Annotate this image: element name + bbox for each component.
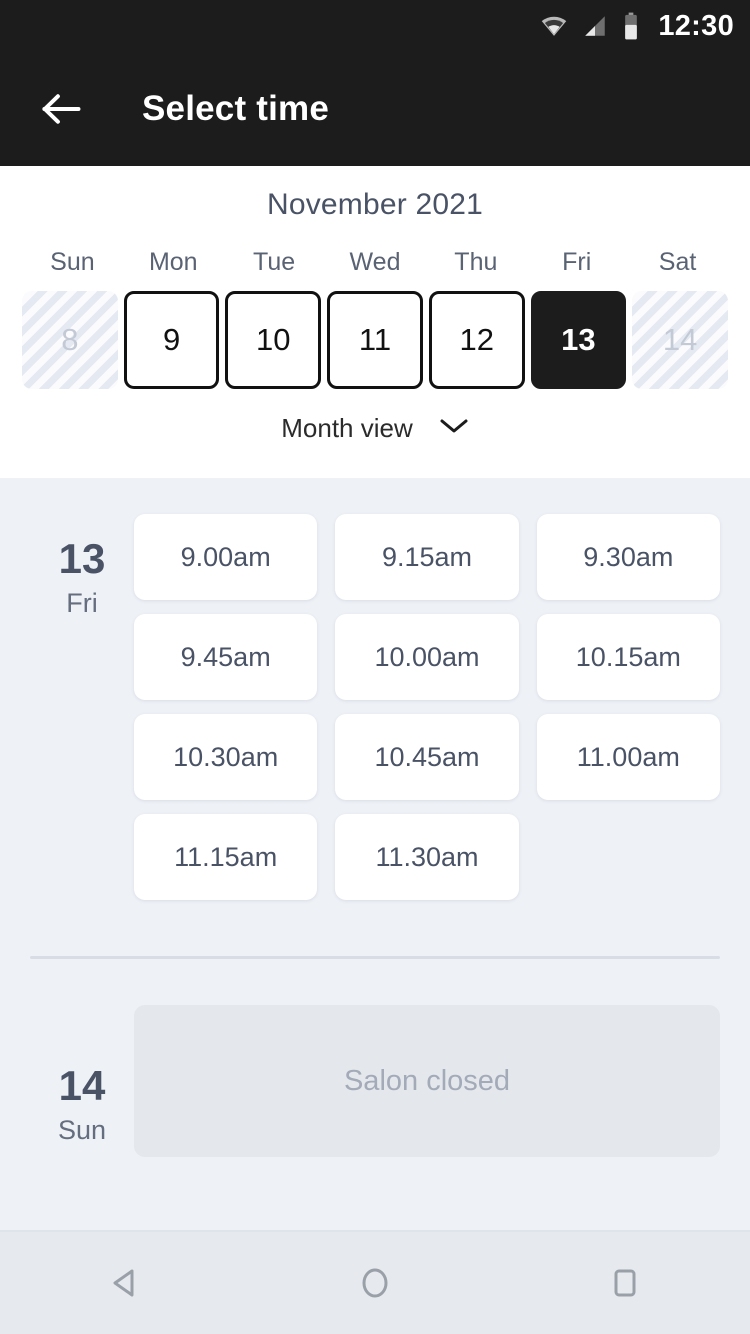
weekday-label: Mon bbox=[148, 248, 198, 276]
nav-home-button[interactable] bbox=[330, 1248, 420, 1318]
weekday-label: Thu bbox=[454, 248, 498, 276]
salon-closed-card: Salon closed bbox=[134, 1005, 720, 1157]
section-divider bbox=[30, 956, 720, 959]
day-number: 13 bbox=[58, 535, 106, 582]
month-view-label: Month view bbox=[281, 413, 413, 443]
time-slot[interactable]: 11.30am bbox=[335, 814, 519, 900]
weekday-header: Sun Mon Tue Wed Thu Fri Sat bbox=[0, 248, 750, 277]
cellular-signal-icon bbox=[582, 13, 608, 39]
weekday-label: Fri bbox=[562, 248, 592, 276]
time-slot[interactable]: 10.00am bbox=[335, 614, 519, 700]
weekday-label: Tue bbox=[253, 248, 296, 276]
weekday-label: Sat bbox=[658, 248, 697, 276]
time-slot-grid: 9.00am 9.15am 9.30am 9.45am 10.00am 10.1… bbox=[134, 478, 720, 900]
time-slot[interactable]: 9.30am bbox=[536, 514, 720, 600]
time-slot[interactable]: 11.00am bbox=[536, 714, 720, 800]
status-bar: 12:30 bbox=[0, 0, 750, 52]
phone-screen: 12:30 Select time November 2021 Sun Mon … bbox=[0, 0, 750, 1334]
time-slot[interactable]: 10.45am bbox=[335, 714, 519, 800]
calendar-strip: November 2021 Sun Mon Tue Wed Thu Fri Sa… bbox=[0, 166, 750, 478]
time-slot[interactable]: 10.15am bbox=[536, 614, 720, 700]
battery-icon bbox=[622, 12, 640, 40]
app-bar: Select time bbox=[0, 52, 750, 166]
back-button[interactable] bbox=[34, 81, 90, 137]
date-cell-10[interactable]: 10 bbox=[225, 291, 322, 389]
nav-home-icon bbox=[362, 1268, 388, 1298]
day-number: 14 bbox=[58, 1062, 106, 1109]
nav-back-icon bbox=[113, 1269, 134, 1297]
date-cell-12[interactable]: 12 bbox=[428, 291, 525, 389]
android-nav-bar bbox=[0, 1230, 750, 1334]
page-title: Select time bbox=[142, 89, 330, 128]
time-slot[interactable]: 9.45am bbox=[134, 614, 318, 700]
time-slot[interactable]: 9.15am bbox=[335, 514, 519, 600]
date-cell-8: 8 bbox=[22, 291, 118, 389]
date-cell-11[interactable]: 11 bbox=[327, 291, 423, 389]
weekday-label: Wed bbox=[349, 248, 401, 276]
time-slot-placeholder bbox=[537, 814, 720, 900]
nav-back-button[interactable] bbox=[80, 1248, 170, 1318]
status-bar-clock: 12:30 bbox=[658, 9, 734, 42]
time-slot[interactable]: 11.15am bbox=[134, 814, 318, 900]
schedule-list: 13 Fri 9.00am 9.15am 9.30am 9.45am 10.00… bbox=[0, 478, 750, 1230]
month-title: November 2021 bbox=[266, 188, 484, 221]
date-cell-13-selected[interactable]: 13 bbox=[530, 291, 627, 389]
nav-recents-icon bbox=[614, 1269, 636, 1297]
time-slot[interactable]: 9.00am bbox=[134, 514, 318, 600]
time-slot[interactable]: 10.30am bbox=[134, 714, 318, 800]
arrow-left-icon bbox=[42, 94, 81, 124]
day-label-13: 13 Fri bbox=[30, 478, 134, 900]
chevron-down-icon bbox=[439, 417, 469, 440]
schedule-day-14: 14 Sun Salon closed bbox=[0, 1005, 750, 1157]
date-cell-14: 14 bbox=[632, 291, 728, 389]
date-cell-row: 8 9 10 11 12 13 14 bbox=[0, 291, 750, 389]
month-view-toggle[interactable]: Month view bbox=[0, 413, 750, 444]
day-label-14: 14 Sun bbox=[30, 1005, 134, 1157]
date-cell-9[interactable]: 9 bbox=[123, 291, 220, 389]
day-of-week: Sun bbox=[57, 1115, 107, 1145]
nav-recents-button[interactable] bbox=[580, 1248, 670, 1318]
schedule-day-13: 13 Fri 9.00am 9.15am 9.30am 9.45am 10.00… bbox=[0, 478, 750, 900]
weekday-label: Sun bbox=[50, 248, 95, 276]
wifi-icon bbox=[540, 12, 568, 40]
day-of-week: Fri bbox=[66, 588, 98, 618]
